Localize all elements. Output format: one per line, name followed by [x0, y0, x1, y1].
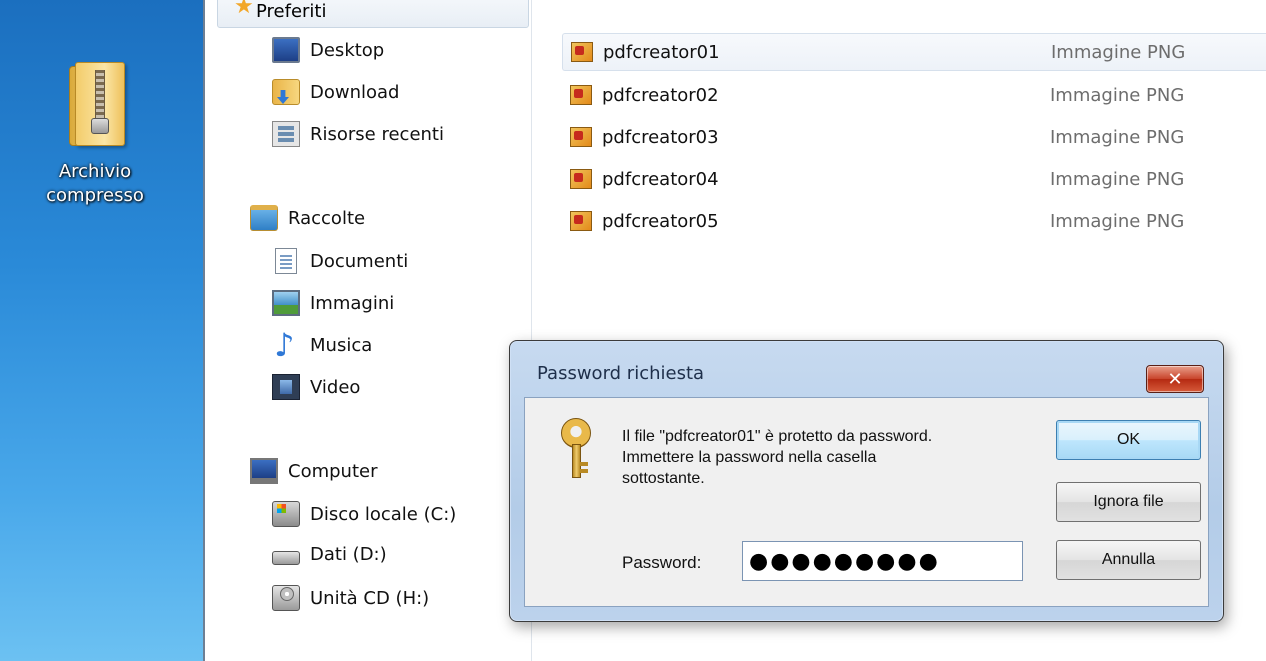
file-row[interactable]: pdfcreator02 Immagine PNG — [562, 76, 1266, 114]
download-icon — [272, 79, 300, 105]
png-file-icon — [570, 127, 592, 147]
nav-item-computer[interactable]: Computer — [250, 458, 377, 484]
nav-item-label: Dati (D:) — [310, 543, 387, 565]
nav-item-libraries[interactable]: Raccolte — [250, 205, 365, 231]
desktop-background: Archivio compresso — [0, 0, 203, 661]
nav-favorites-label: Preferiti — [256, 0, 327, 22]
close-button[interactable]: ✕ — [1146, 365, 1204, 393]
pictures-icon — [272, 290, 300, 316]
file-row[interactable]: pdfcreator01 Immagine PNG — [562, 33, 1266, 71]
password-label: Password: — [622, 553, 702, 572]
nav-item-label: Video — [310, 376, 361, 398]
nav-item-label: Raccolte — [288, 207, 366, 229]
drive-icon — [272, 551, 300, 565]
recent-places-icon — [272, 121, 300, 147]
file-name: pdfcreator05 — [602, 210, 719, 232]
nav-item-desktop[interactable]: Desktop — [272, 37, 384, 63]
png-file-icon — [571, 42, 593, 62]
ok-button[interactable]: OK — [1056, 420, 1201, 460]
nav-item-label: Immagini — [310, 292, 395, 314]
star-icon: ★ — [234, 0, 254, 19]
file-name: pdfcreator02 — [602, 84, 719, 106]
close-icon: ✕ — [1167, 368, 1183, 390]
file-name: pdfcreator03 — [602, 126, 719, 148]
nav-item-data-drive[interactable]: Dati (D:) — [272, 543, 387, 565]
local-disk-icon — [272, 501, 300, 527]
password-value: ●●●●●●●●● — [749, 548, 940, 574]
computer-icon — [250, 458, 278, 484]
desktop-icon-label: Archivio compresso — [46, 161, 144, 206]
dialog-message: Il file "pdfcreator01" è protetto da pas… — [622, 428, 933, 487]
nav-item-label: Desktop — [310, 39, 385, 61]
file-type: Immagine PNG — [1051, 41, 1186, 63]
file-name: pdfcreator01 — [603, 41, 720, 63]
password-dialog: Password richiesta ✕ Il file "pdfcreator… — [509, 340, 1224, 622]
dialog-title: Password richiesta — [537, 363, 705, 384]
desktop-icon — [272, 37, 300, 63]
key-icon — [557, 418, 597, 480]
nav-favorites-header[interactable]: ★ Preferiti — [217, 0, 529, 28]
file-row[interactable]: pdfcreator05 Immagine PNG — [562, 202, 1266, 240]
music-icon — [272, 326, 300, 364]
file-type: Immagine PNG — [1050, 126, 1185, 148]
nav-item-download[interactable]: Download — [272, 79, 399, 105]
cancel-button[interactable]: Annulla — [1056, 540, 1201, 580]
skip-file-button[interactable]: Ignora file — [1056, 482, 1201, 522]
nav-item-recent-places[interactable]: Risorse recenti — [272, 121, 444, 147]
png-file-icon — [570, 85, 592, 105]
nav-item-pictures[interactable]: Immagini — [272, 290, 394, 316]
nav-item-label: Musica — [310, 334, 373, 356]
nav-item-cd-drive[interactable]: Unità CD (H:) — [272, 585, 429, 611]
nav-item-music[interactable]: Musica — [272, 326, 373, 364]
file-row[interactable]: pdfcreator03 Immagine PNG — [562, 118, 1266, 156]
nav-item-label: Download — [310, 81, 400, 103]
desktop-icon-archive[interactable]: Archivio compresso — [40, 58, 150, 208]
dialog-body: Il file "pdfcreator01" è protetto da pas… — [524, 397, 1209, 607]
file-type: Immagine PNG — [1050, 168, 1185, 190]
nav-item-label: Documenti — [310, 250, 409, 272]
nav-item-documents[interactable]: Documenti — [272, 248, 408, 274]
nav-item-label: Risorse recenti — [310, 123, 444, 145]
nav-item-label: Computer — [288, 460, 378, 482]
password-input[interactable]: ●●●●●●●●● — [742, 541, 1023, 581]
png-file-icon — [570, 169, 592, 189]
nav-item-label: Unità CD (H:) — [310, 587, 430, 609]
file-type: Immagine PNG — [1050, 210, 1185, 232]
file-name: pdfcreator04 — [602, 168, 719, 190]
file-row[interactable]: pdfcreator04 Immagine PNG — [562, 160, 1266, 198]
video-icon — [272, 374, 300, 400]
nav-item-local-disk[interactable]: Disco locale (C:) — [272, 501, 456, 527]
file-type: Immagine PNG — [1050, 84, 1185, 106]
cd-drive-icon — [272, 585, 300, 611]
nav-item-label: Disco locale (C:) — [310, 503, 457, 525]
nav-item-video[interactable]: Video — [272, 374, 360, 400]
libraries-icon — [250, 205, 278, 231]
documents-icon — [275, 248, 297, 274]
zip-folder-icon — [63, 58, 127, 148]
png-file-icon — [570, 211, 592, 231]
